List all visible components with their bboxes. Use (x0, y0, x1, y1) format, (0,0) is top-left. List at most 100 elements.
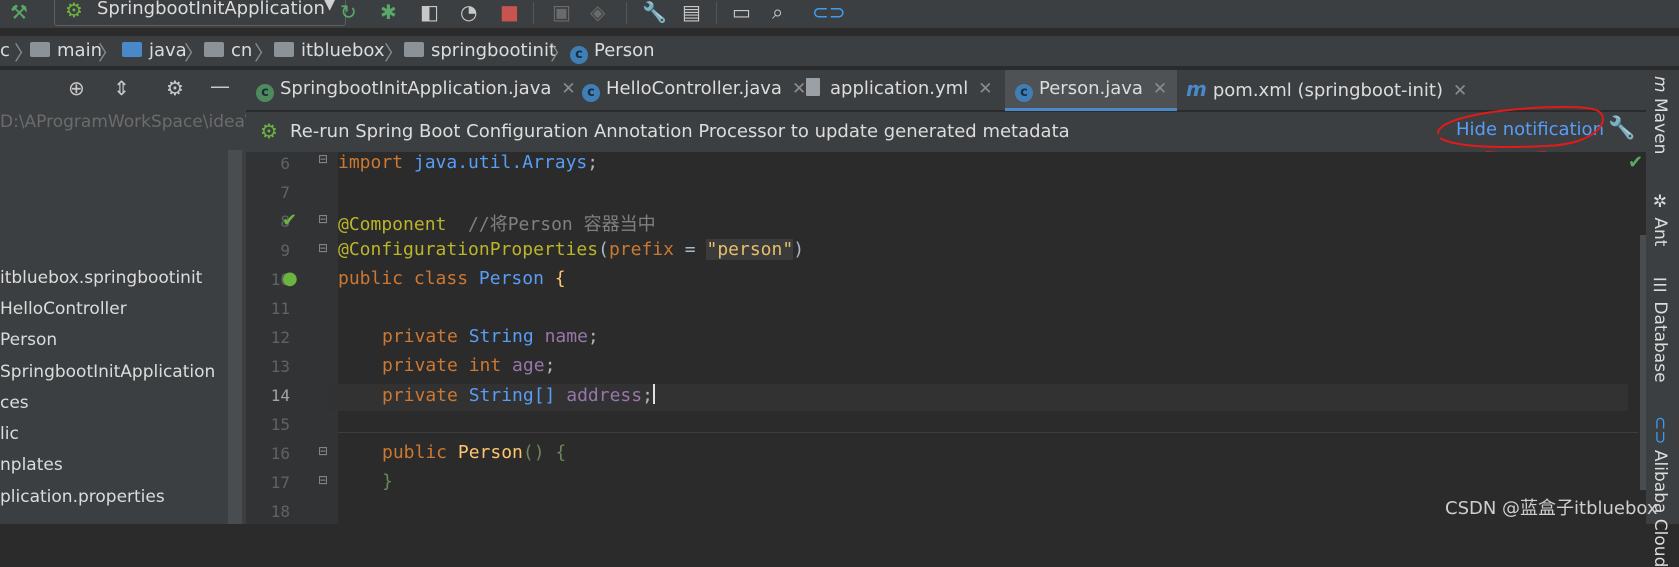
close-icon[interactable]: ✕ (1453, 81, 1467, 101)
package-icon (204, 42, 224, 57)
tree-item[interactable]: itbluebox.springbootinit (0, 268, 202, 288)
spring-bean-icon[interactable]: ● (282, 268, 298, 289)
line-number: 6 (280, 154, 290, 173)
editor-gutter: 6 7 8 9 10 11 12 13 14 15 16 17 18 ✔ ● 💡… (246, 152, 364, 524)
close-icon[interactable]: ✕ (792, 79, 806, 99)
rerun-icon[interactable]: ↻ (340, 2, 357, 22)
line-number: 17 (270, 473, 290, 492)
method-separator (338, 432, 1638, 433)
spring-boot-icon: ⚙ (260, 119, 278, 143)
line-number: 18 (270, 502, 290, 521)
breadcrumb-item[interactable]: itbluebox (274, 40, 385, 61)
tab-hello-controller[interactable]: c HelloController.java ✕ (582, 70, 806, 108)
project-structure-icon[interactable]: ▤ (682, 2, 701, 22)
spring-boot-icon: ⚙ (65, 0, 83, 22)
tree-item[interactable]: SpringbootInitApplication (0, 362, 215, 382)
tree-item[interactable]: nplates (0, 455, 63, 475)
project-path: D:\AProgramWorkSpace\idea\s (0, 112, 260, 132)
fold-icon[interactable]: ⊟ (318, 444, 328, 458)
maven-icon: m (1186, 77, 1207, 101)
tool-window-ant[interactable]: ✲ Ant (1650, 192, 1670, 246)
fold-icon[interactable]: ⊟ (318, 212, 328, 226)
chevron-right-icon: 〉 (184, 41, 204, 65)
stop-icon[interactable]: ■ (500, 2, 519, 22)
debug-icon[interactable]: ✱ (380, 2, 397, 22)
tree-item[interactable]: plication.properties (0, 487, 165, 507)
minimize-icon[interactable]: — (210, 76, 230, 96)
code-line: @ConfigurationProperties(prefix = "perso… (338, 239, 805, 260)
fold-icon[interactable]: ⊟ (318, 473, 328, 487)
code-line: private String[] address; (382, 384, 655, 406)
tree-item[interactable]: ces (0, 393, 29, 413)
tool-window-maven[interactable]: m Maven (1650, 76, 1670, 154)
code-line: private int age; (382, 355, 556, 376)
notification-bar: ⚙ Re-run Spring Boot Configuration Annot… (246, 106, 1646, 155)
database-icon: ☰ (1650, 276, 1670, 302)
breadcrumb-item[interactable]: springbootinit (404, 40, 556, 61)
class-icon: c (1015, 84, 1033, 102)
line-number: 13 (270, 357, 290, 376)
package-icon (274, 42, 294, 57)
plugin-icon[interactable]: ⊂⊃ (812, 2, 846, 22)
code-editor[interactable]: import java.util.Arrays; @Component //将P… (328, 152, 1646, 524)
folder-icon (30, 42, 50, 57)
close-icon[interactable]: ✕ (1153, 79, 1167, 99)
tool-window-database[interactable]: ☰ Database (1650, 276, 1670, 383)
search-icon[interactable]: ⌕ (772, 2, 783, 22)
line-number: 15 (270, 415, 290, 434)
run-configuration-label: SpringbootInitApplication (97, 0, 325, 19)
file-icon (806, 78, 820, 96)
line-number: 9 (280, 241, 290, 260)
line-number: 12 (270, 328, 290, 347)
line-number: 7 (280, 183, 290, 202)
tab-person-java[interactable]: c Person.java ✕ (1005, 70, 1178, 111)
deploy-icon[interactable]: ◈ (590, 2, 605, 22)
tree-item[interactable]: Person (0, 330, 57, 350)
breadcrumb-item[interactable]: c Person (570, 40, 655, 64)
tool-window-alibaba-cloud[interactable]: ⊂⊃ Alibaba Cloud (1650, 416, 1670, 567)
code-line: import java.util.Arrays; (338, 152, 599, 173)
settings-icon[interactable]: 🔧 (642, 2, 667, 22)
maven-icon: m (1650, 76, 1670, 98)
spring-class-icon: c (256, 84, 274, 102)
check-icon[interactable]: ✔ (1628, 152, 1643, 173)
locate-icon[interactable]: ⊕ (68, 78, 85, 98)
breadcrumb-item[interactable]: java (122, 40, 187, 61)
right-tool-strip: m Maven ✲ Ant ☰ Database ⊂⊃ Alibaba Clou… (1646, 70, 1679, 567)
folder-icon (122, 42, 142, 57)
tab-application-yml[interactable]: application.yml ✕ (806, 70, 992, 108)
hammer-icon[interactable]: ⚒ (10, 2, 28, 22)
gear-icon[interactable]: ⚙ (166, 78, 184, 98)
chevron-right-icon: 〉 (254, 41, 274, 65)
breadcrumb-item[interactable]: c (0, 40, 10, 61)
close-icon[interactable]: ✕ (978, 79, 992, 99)
coverage-icon[interactable]: ◧ (420, 2, 439, 22)
profile-icon[interactable]: ◔ (460, 2, 477, 22)
run-configuration-dropdown[interactable]: ⚙ SpringbootInitApplication ▼ (54, 0, 346, 26)
fold-icon[interactable]: ⊟ (318, 241, 328, 255)
fold-icon[interactable]: ⊟ (318, 152, 328, 166)
project-panel: ⊕ ⇕ ⚙ — D:\AProgramWorkSpace\idea\s itbl… (0, 70, 259, 524)
breadcrumb-item[interactable]: main (30, 40, 102, 61)
spring-bean-icon[interactable]: ✔ (282, 210, 297, 231)
watermark: CSDN @蓝盒子itbluebox (1445, 498, 1658, 519)
collapse-all-icon[interactable]: ⇕ (113, 78, 130, 98)
tab-pom-xml[interactable]: m pom.xml (springboot-init) ✕ (1186, 70, 1467, 108)
package-icon (404, 42, 424, 57)
attach-icon[interactable]: ▣ (552, 2, 571, 22)
project-scrollbar[interactable] (228, 150, 242, 524)
class-icon: c (570, 46, 588, 64)
breadcrumb-item[interactable]: cn (204, 40, 252, 61)
close-icon[interactable]: ✕ (561, 79, 575, 99)
tree-item[interactable]: HelloController (0, 299, 127, 319)
tab-springboot-init-application[interactable]: c SpringbootInitApplication.java ✕ (256, 70, 576, 108)
tree-item[interactable]: lic (0, 424, 19, 444)
code-line: private String name; (382, 326, 599, 347)
main-toolbar: ⚒ ⚙ SpringbootInitApplication ▼ ↻ ✱ ◧ ◔ … (0, 0, 1679, 28)
code-line: @Component //将Person 容器当中 (338, 214, 656, 235)
code-line: } (382, 471, 393, 492)
line-number: 16 (270, 444, 290, 463)
breadcrumb: c 〉 main 〉 java 〉 cn 〉 itbluebox 〉 sprin… (0, 36, 1679, 66)
terminal-icon[interactable]: ▭ (732, 2, 751, 22)
chevron-right-icon: 〉 (98, 41, 118, 65)
